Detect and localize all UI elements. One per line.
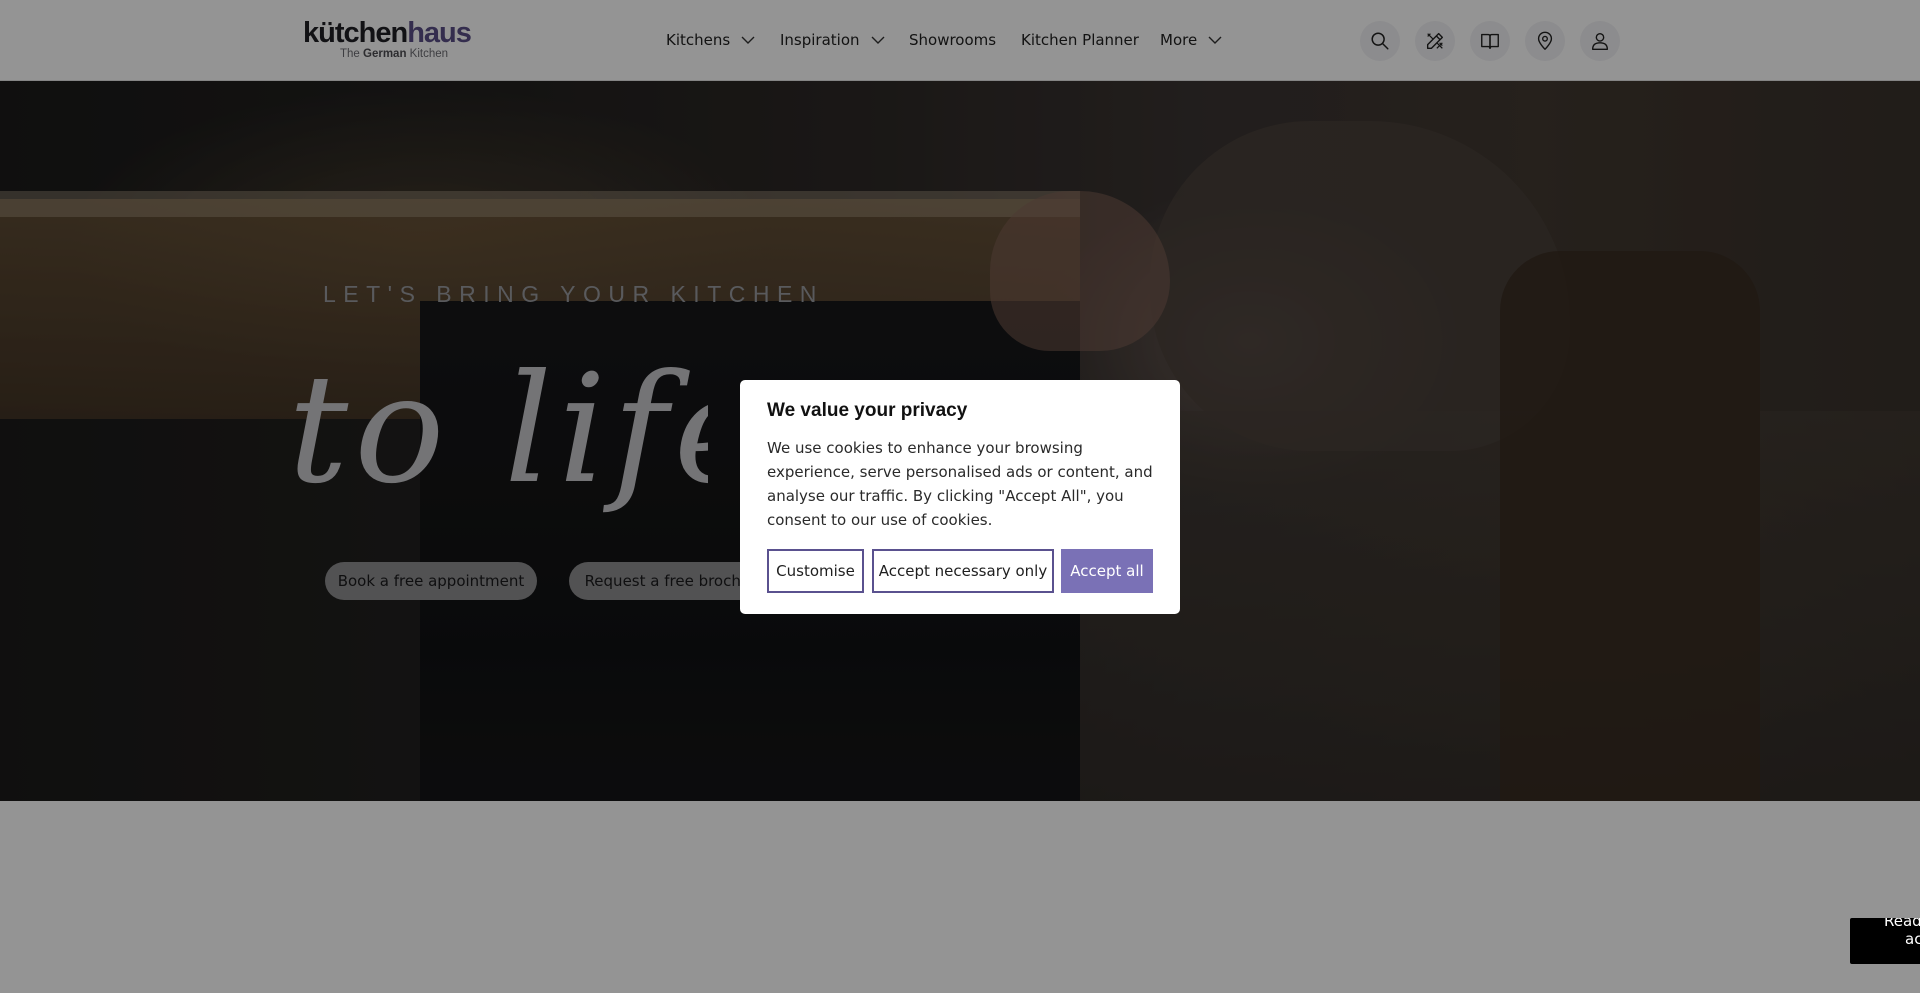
cookie-consent-dialog: We value your privacy We use cookies to …	[740, 380, 1180, 614]
side-widget-line2: ac	[1905, 930, 1920, 948]
customise-button[interactable]: Customise	[767, 549, 864, 593]
accept-all-button[interactable]: Accept all	[1061, 549, 1153, 593]
cookie-dialog-body: We use cookies to enhance your browsing …	[767, 439, 1153, 529]
accept-necessary-button[interactable]: Accept necessary only	[872, 549, 1054, 593]
side-feedback-widget[interactable]: Read ac	[1850, 918, 1920, 964]
side-widget-line1: Read	[1884, 918, 1920, 930]
cookie-dialog-title: We value your privacy	[767, 400, 968, 421]
